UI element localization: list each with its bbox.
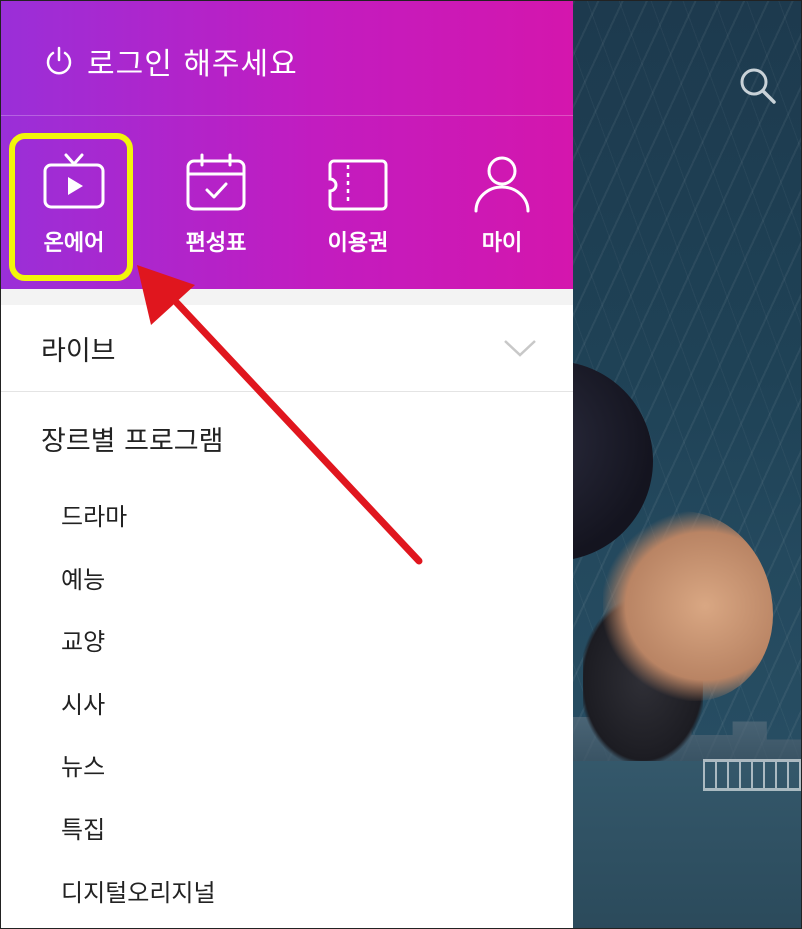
background-app-content [573, 1, 801, 928]
live-menu-item[interactable]: 라이브 [1, 305, 573, 392]
genre-list: 드라마 예능 교양 시사 뉴스 특집 디지털오리지널 [61, 499, 216, 928]
nav-item-ticket[interactable]: 이용권 [298, 151, 418, 257]
background-railing [703, 759, 801, 791]
power-icon [46, 46, 72, 75]
chevron-down-icon [504, 340, 536, 357]
live-label: 라이브 [41, 335, 116, 367]
genre-item-news[interactable]: 뉴스 [61, 749, 216, 812]
nav-item-schedule[interactable]: 편성표 [156, 151, 276, 257]
genre-item-current-affairs[interactable]: 시사 [61, 687, 216, 750]
genre-section-title: 장르별 프로그램 [41, 426, 224, 457]
drawer-header: 로그인 해주세요 온에어 편성표 이용권 마이 [1, 1, 573, 289]
login-button[interactable]: 로그인 해주세요 [43, 39, 298, 83]
nav-label-ticket: 이용권 [327, 231, 389, 256]
calendar-check-icon [186, 153, 246, 211]
section-gap [1, 289, 573, 305]
header-divider [1, 115, 573, 116]
nav-label-my: 마이 [481, 231, 523, 256]
genre-item-drama[interactable]: 드라마 [61, 499, 216, 562]
genre-item-digital-original[interactable]: 디지털오리지널 [61, 875, 216, 928]
highlight-box [9, 133, 133, 281]
ticket-icon [328, 159, 388, 211]
genre-item-special[interactable]: 특집 [61, 812, 216, 875]
screen-frame: 로그인 해주세요 온에어 편성표 이용권 마이 라이브 장르별 프로그램 드라마… [0, 0, 802, 929]
person-icon [474, 156, 530, 213]
nav-item-my[interactable]: 마이 [442, 151, 562, 257]
genre-item-entertainment[interactable]: 예능 [61, 562, 216, 625]
nav-label-schedule: 편성표 [185, 231, 247, 256]
genre-item-education[interactable]: 교양 [61, 624, 216, 687]
search-icon[interactable] [737, 65, 777, 105]
side-drawer: 로그인 해주세요 온에어 편성표 이용권 마이 라이브 장르별 프로그램 드라마… [1, 1, 573, 928]
login-label: 로그인 해주세요 [87, 47, 298, 82]
